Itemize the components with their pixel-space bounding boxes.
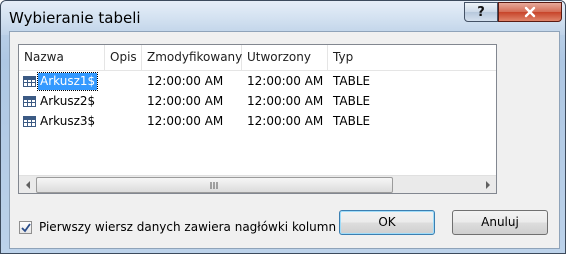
table-row[interactable]: Arkusz3$ 12:00:00 AM 12:00:00 AM TABLE (19, 111, 496, 131)
checkmark-icon (20, 222, 31, 232)
close-icon (524, 6, 536, 18)
type-cell: TABLE (333, 94, 371, 108)
created-cell: 12:00:00 AM (247, 74, 324, 88)
created-cell: 12:00:00 AM (247, 94, 324, 108)
table-row[interactable]: Arkusz2$ 12:00:00 AM 12:00:00 AM TABLE (19, 91, 496, 111)
dialog-window: Wybieranie tabeli ? Nazwa Opis Zmodyfiko… (0, 0, 566, 254)
table-row[interactable]: Arkusz1$ 12:00:00 AM 12:00:00 AM TABLE (19, 71, 496, 91)
column-header-type[interactable]: Typ (328, 45, 496, 70)
first-row-headers-label[interactable]: Pierwszy wiersz danych zawiera nagłówki … (39, 220, 336, 234)
table-name: Arkusz3$ (40, 113, 96, 128)
column-header-description[interactable]: Opis (105, 45, 142, 70)
table-name: Arkusz2$ (40, 93, 96, 108)
scroll-right-icon (485, 180, 490, 189)
table-icon (23, 115, 36, 127)
dialog-title: Wybieranie tabeli (9, 9, 141, 27)
help-icon: ? (477, 4, 485, 20)
ok-button[interactable]: OK (339, 210, 435, 235)
table-icon (23, 75, 36, 87)
table-icon (23, 95, 36, 107)
modified-cell: 12:00:00 AM (147, 114, 224, 128)
scroll-left-arrow[interactable] (19, 176, 36, 193)
table-list[interactable]: Nazwa Opis Zmodyfikowany Utworzony Typ A… (18, 44, 497, 194)
cancel-button[interactable]: Anuluj (452, 210, 548, 235)
scroll-left-icon (25, 180, 30, 189)
type-cell: TABLE (333, 114, 371, 128)
close-button[interactable] (498, 2, 562, 22)
name-cell: Arkusz3$ (23, 111, 97, 131)
name-cell: Arkusz1$ (23, 71, 99, 91)
type-cell: TABLE (333, 74, 371, 88)
horizontal-scrollbar[interactable] (19, 175, 496, 193)
column-header-name[interactable]: Nazwa (19, 45, 105, 70)
created-cell: 12:00:00 AM (247, 114, 324, 128)
grip-icon (210, 181, 218, 189)
column-header-created[interactable]: Utworzony (242, 45, 328, 70)
dialog-body: Nazwa Opis Zmodyfikowany Utworzony Typ A… (9, 31, 560, 249)
name-cell: Arkusz2$ (23, 91, 97, 111)
modified-cell: 12:00:00 AM (147, 94, 224, 108)
modified-cell: 12:00:00 AM (147, 74, 224, 88)
first-row-headers-checkbox[interactable] (19, 221, 32, 234)
column-header-modified[interactable]: Zmodyfikowany (142, 45, 242, 70)
help-button[interactable]: ? (464, 2, 498, 22)
list-header: Nazwa Opis Zmodyfikowany Utworzony Typ (19, 45, 496, 71)
scroll-right-arrow[interactable] (479, 176, 496, 193)
scrollbar-thumb[interactable] (36, 177, 393, 193)
table-name: Arkusz1$ (36, 71, 99, 91)
